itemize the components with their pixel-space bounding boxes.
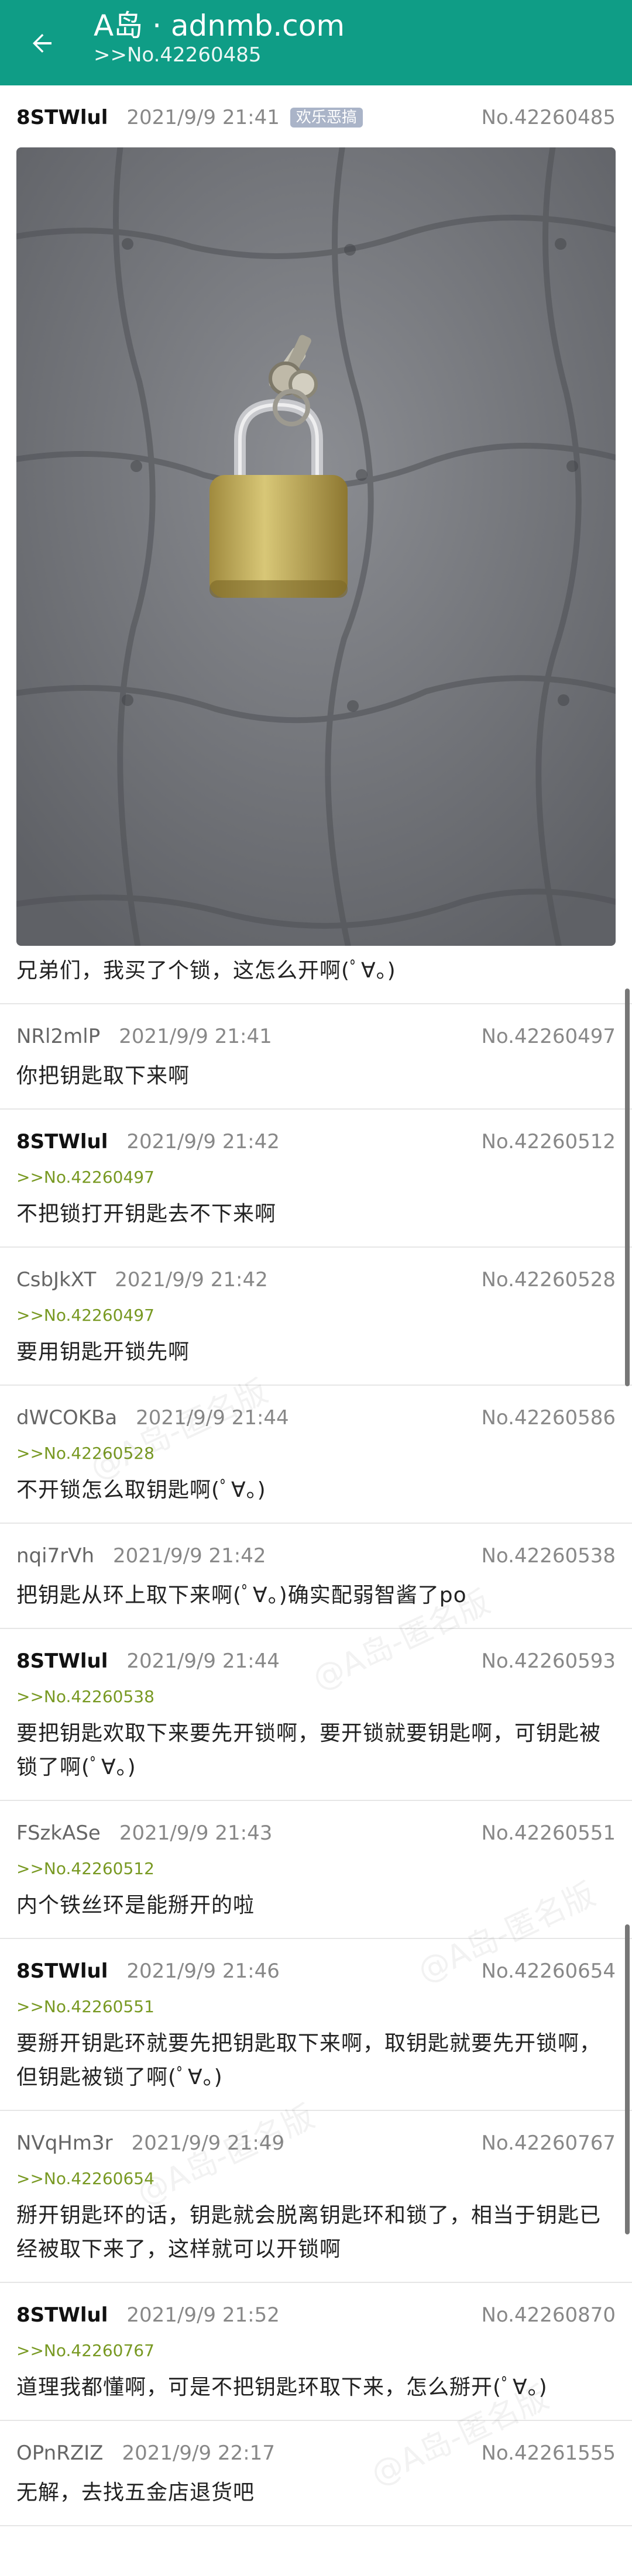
post-image[interactable] [16,147,616,946]
post-time: 2021/9/9 21:46 [126,1959,280,1983]
post-content: 要把钥匙欢取下来要先开锁啊，要开锁就要钥匙啊，可钥匙被锁了啊(ﾟ∀。) [16,1721,602,1779]
op-post[interactable]: 8STWlul 2021/9/9 21:41 欢乐恶搞 No.42260485 [0,85,632,1004]
post-content: 掰开钥匙环的话，钥匙就会脱离钥匙环和锁了，相当于钥匙已经被取下来了，这样就可以开… [16,2203,602,2261]
post-content: 要用钥匙开锁先啊 [16,1340,190,1364]
quote-link[interactable]: >>No.42260528 [16,1442,616,1465]
post-uid[interactable]: 8STWlul [16,1130,108,1153]
reply-post[interactable]: FSzkASe 2021/9/9 21:43 No.42260551 >>No.422… [0,1801,632,1939]
reply-post[interactable]: nqi7rVh 2021/9/9 21:42 No.42260538 把钥匙从环上取下… [0,1524,632,1629]
back-arrow-icon[interactable] [23,25,61,62]
reply-post[interactable]: OPnRZIZ 2021/9/9 22:17 No.42261555 无解，去找五金店… [0,2421,632,2526]
post-time: 2021/9/9 21:44 [126,1649,280,1673]
quote-link[interactable]: >>No.42260767 [16,2339,616,2363]
reply-post[interactable]: CsbJkXT 2021/9/9 21:42 No.42260528 >>No.422… [0,1248,632,1386]
scrollbar[interactable] [625,989,630,1386]
post-uid[interactable]: 8STWlul [16,106,108,129]
post-content: 内个铁丝环是能掰开的啦 [16,1893,255,1917]
reply-post[interactable]: NRl2mlP 2021/9/9 21:41 No.42260497 你把钥匙取下来啊 [0,1004,632,1110]
post-meta: nqi7rVh 2021/9/9 21:42 No.42260538 [16,1541,616,1571]
thread-list: 8STWlul 2021/9/9 21:41 欢乐恶搞 No.42260485 [0,85,632,2526]
quote-link[interactable]: >>No.42260512 [16,1857,616,1881]
reply-post[interactable]: 8STWlul 2021/9/9 21:42 No.42260512 >>No.422… [0,1110,632,1248]
post-uid[interactable]: FSzkASe [16,1821,101,1845]
post-meta: 8STWlul 2021/9/9 21:41 欢乐恶搞 No.42260485 [16,103,616,132]
reply-post[interactable]: dWCOKBa 2021/9/9 21:44 No.42260586 >>No.422… [0,1386,632,1524]
post-number[interactable]: No.42260767 [482,2131,616,2155]
padlock-photo [16,147,616,946]
post-meta: 8STWlul 2021/9/9 21:42 No.42260512 [16,1127,616,1156]
post-meta: 8STWlul 2021/9/9 21:46 No.42260654 [16,1957,616,1986]
post-uid[interactable]: nqi7rVh [16,1544,94,1568]
post-time: 2021/9/9 21:42 [113,1544,266,1568]
post-meta: NRl2mlP 2021/9/9 21:41 No.42260497 [16,1022,616,1051]
post-number[interactable]: No.42261555 [482,2441,616,2465]
post-time: 2021/9/9 22:17 [122,2441,275,2465]
post-content: 不把锁打开钥匙去不下来啊 [16,1202,277,1226]
reply-post[interactable]: 8STWlul 2021/9/9 21:46 No.42260654 >>No.422… [0,1939,632,2111]
post-meta: dWCOKBa 2021/9/9 21:44 No.42260586 [16,1403,616,1432]
post-content: 道理我都懂啊，可是不把钥匙环取下来，怎么掰开(ﾟ∀。) [16,2375,548,2399]
post-time: 2021/9/9 21:44 [136,1406,289,1430]
app-bar: A岛 · adnmb.com >>No.42260485 [0,0,632,85]
post-uid[interactable]: 8STWlul [16,1959,108,1983]
post-number[interactable]: No.42260528 [482,1268,616,1292]
post-content: 不开锁怎么取钥匙啊(ﾟ∀。) [16,1478,266,1502]
post-content: 要掰开钥匙环就要先把钥匙取下来啊，取钥匙就要先开锁啊，但钥匙被锁了啊(ﾟ∀。) [16,2031,602,2089]
quote-link[interactable]: >>No.42260654 [16,2167,616,2191]
post-number[interactable]: No.42260593 [482,1649,616,1673]
board-tag[interactable]: 欢乐恶搞 [290,108,363,128]
post-time: 2021/9/9 21:42 [115,1268,268,1292]
post-content: 兄弟们，我买了个锁，这怎么开啊(ﾟ∀。) [16,959,396,983]
post-uid[interactable]: 8STWlul [16,2303,108,2327]
post-content: 无解，去找五金店退货吧 [16,2481,255,2505]
post-number[interactable]: No.42260870 [482,2303,616,2327]
quote-link[interactable]: >>No.42260538 [16,1685,616,1709]
post-uid[interactable]: CsbJkXT [16,1268,96,1292]
app-title: A岛 · adnmb.com [94,9,345,43]
post-meta: FSzkASe 2021/9/9 21:43 No.42260551 [16,1819,616,1848]
post-uid[interactable]: 8STWlul [16,1649,108,1673]
post-number[interactable]: No.42260654 [482,1959,616,1983]
post-uid[interactable]: OPnRZIZ [16,2441,103,2465]
post-time: 2021/9/9 21:41 [126,106,280,129]
post-content: 把钥匙从环上取下来啊(ﾟ∀。)确实配弱智酱了po [16,1583,467,1607]
post-time: 2021/9/9 21:43 [119,1821,273,1845]
post-meta: NVqHm3r 2021/9/9 21:49 No.42260767 [16,2129,616,2158]
quote-link[interactable]: >>No.42260551 [16,1995,616,2019]
post-number[interactable]: No.42260538 [482,1544,616,1568]
post-uid[interactable]: NVqHm3r [16,2131,113,2155]
quote-link[interactable]: >>No.42260497 [16,1304,616,1327]
reply-post[interactable]: 8STWlul 2021/9/9 21:52 No.42260870 >>No.422… [0,2283,632,2421]
thread-number: >>No.42260485 [94,43,262,67]
post-time: 2021/9/9 21:52 [126,2303,280,2327]
post-meta: CsbJkXT 2021/9/9 21:42 No.42260528 [16,1265,616,1294]
post-time: 2021/9/9 21:42 [126,1130,280,1153]
post-time: 2021/9/9 21:41 [119,1025,272,1048]
post-uid[interactable]: NRl2mlP [16,1025,100,1048]
post-number[interactable]: No.42260551 [482,1821,616,1845]
post-meta: 8STWlul 2021/9/9 21:44 No.42260593 [16,1647,616,1676]
post-number[interactable]: No.42260512 [482,1130,616,1153]
post-content: 你把钥匙取下来啊 [16,1064,190,1088]
reply-post[interactable]: 8STWlul 2021/9/9 21:44 No.42260593 >>No.422… [0,1629,632,1801]
post-number[interactable]: No.42260485 [482,106,616,129]
post-uid[interactable]: dWCOKBa [16,1406,117,1430]
post-number[interactable]: No.42260497 [482,1025,616,1048]
post-time: 2021/9/9 21:49 [131,2131,285,2155]
post-number[interactable]: No.42260586 [482,1406,616,1430]
post-meta: 8STWlul 2021/9/9 21:52 No.42260870 [16,2301,616,2330]
reply-post[interactable]: NVqHm3r 2021/9/9 21:49 No.42260767 >>No.422… [0,2111,632,2283]
post-meta: OPnRZIZ 2021/9/9 22:17 No.42261555 [16,2439,616,2468]
quote-link[interactable]: >>No.42260497 [16,1166,616,1189]
scrollbar-secondary[interactable] [625,1924,630,2234]
